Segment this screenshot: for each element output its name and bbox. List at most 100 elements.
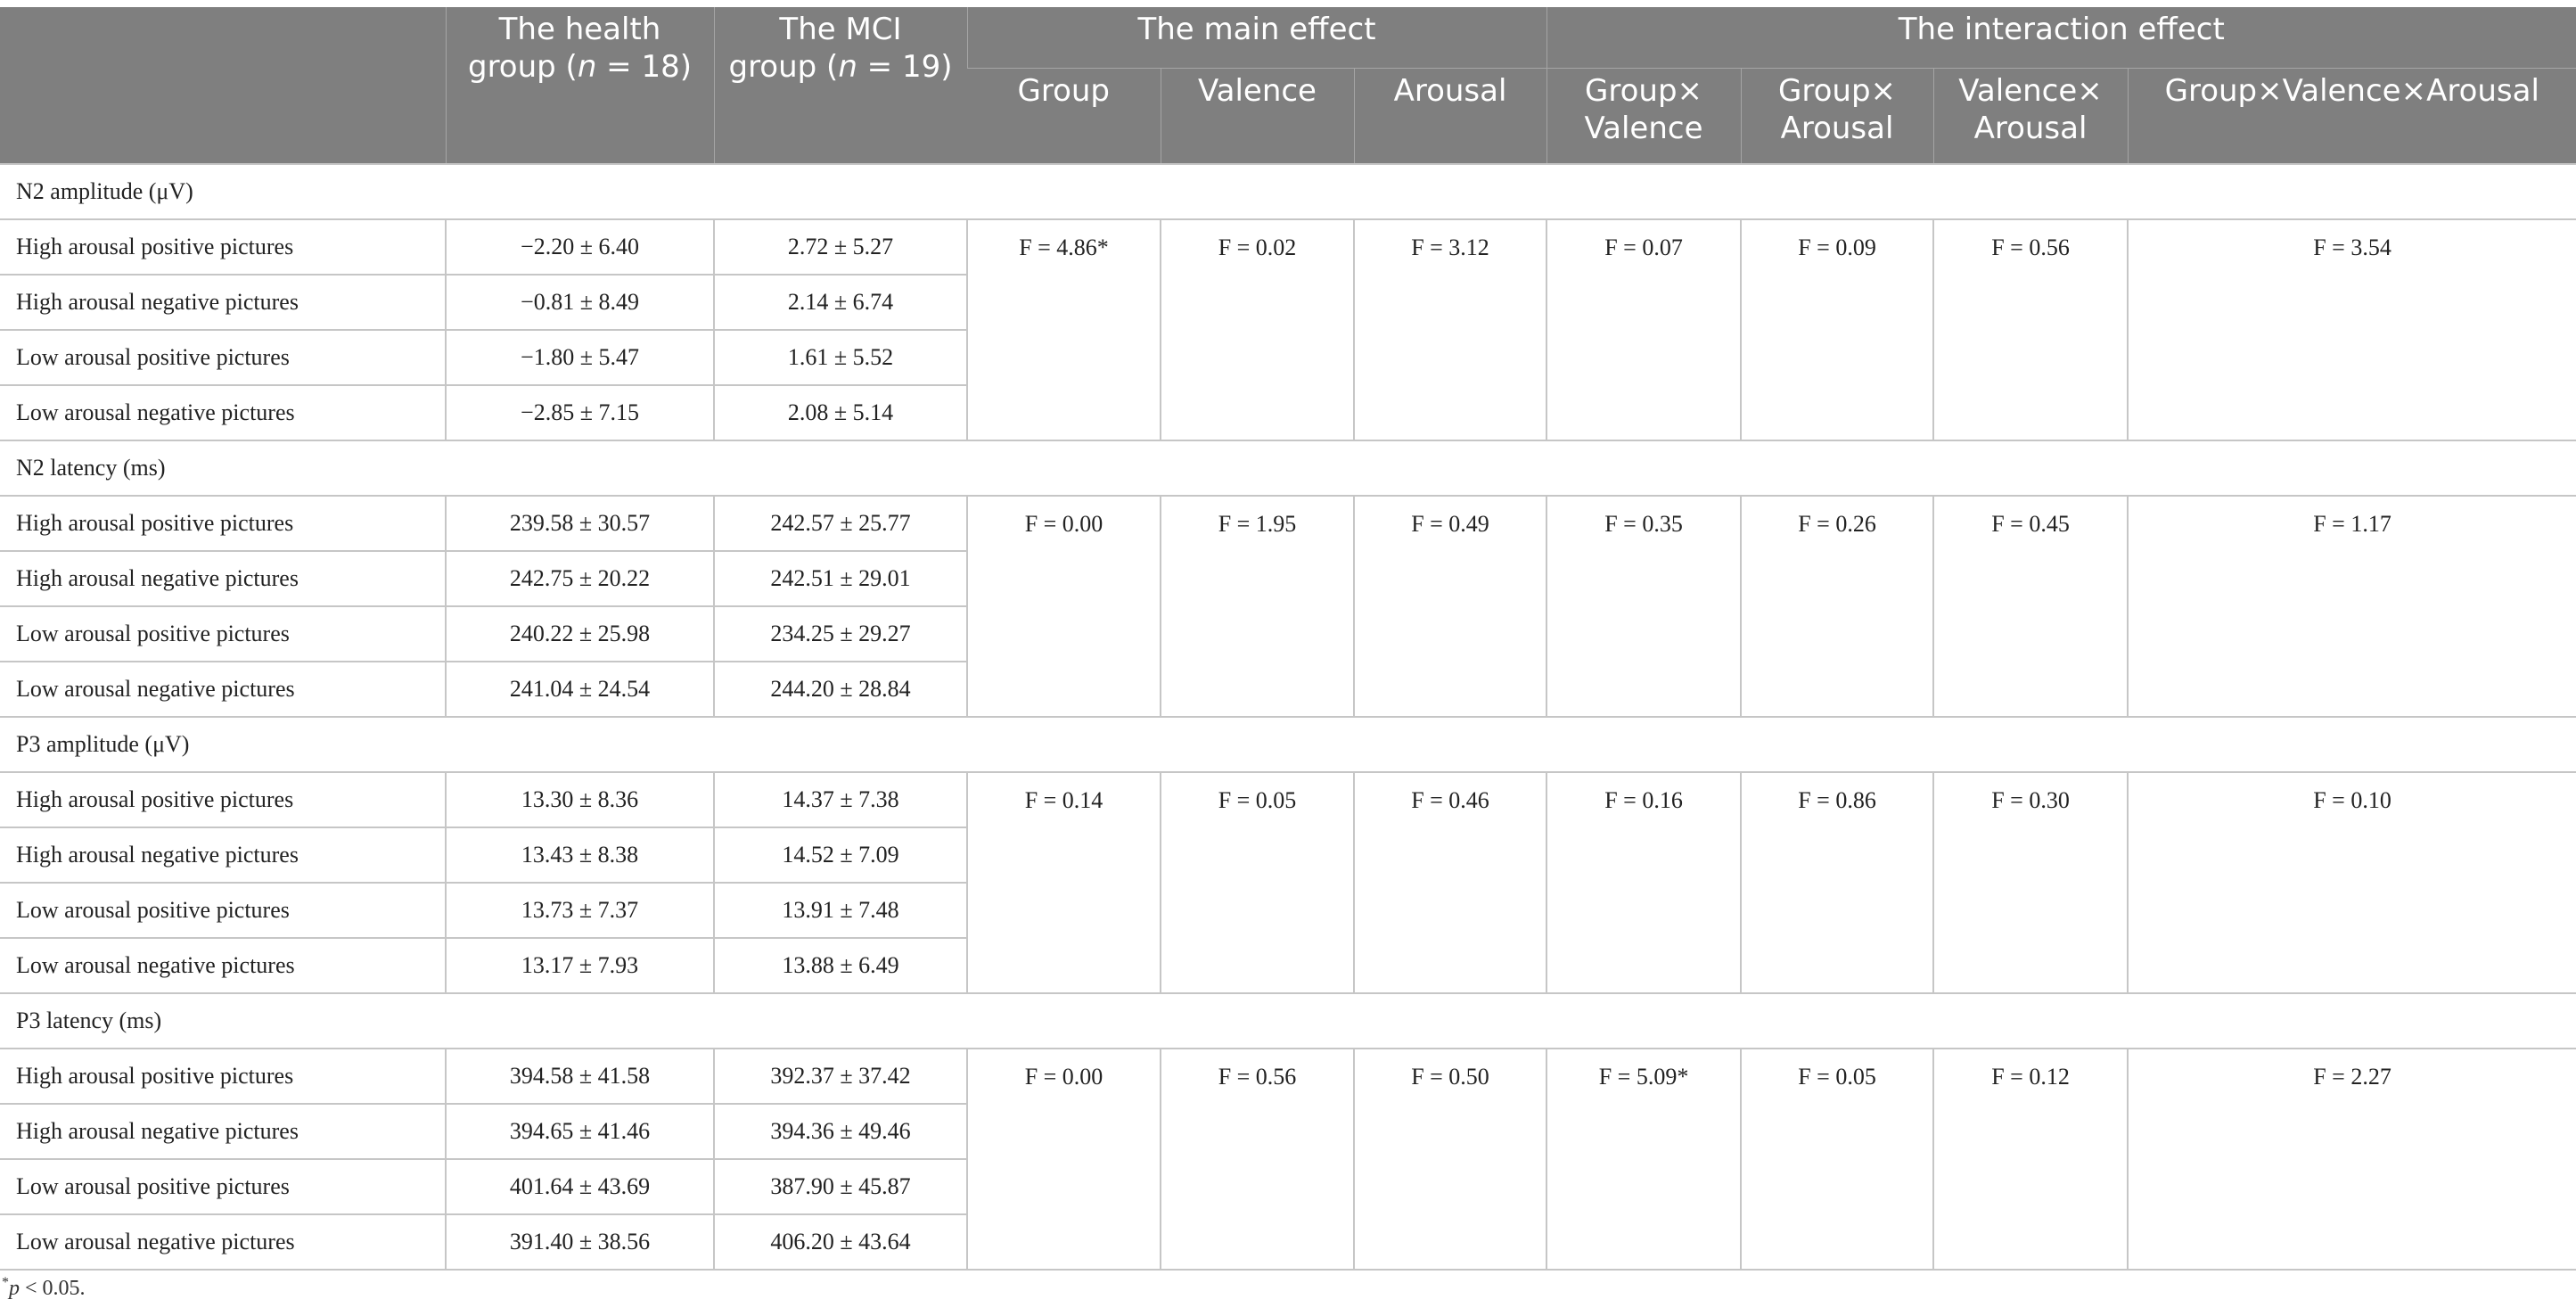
stat-group: F = 0.00 xyxy=(966,1048,1161,1271)
stat-valence: F = 0.05 xyxy=(1160,771,1355,994)
stat-valence: F = 0.56 xyxy=(1160,1048,1355,1271)
row-label: High arousal positive pictures xyxy=(0,1048,447,1105)
health-value: 394.65 ± 41.46 xyxy=(445,1103,715,1160)
results-table: The health group (n = 18) The MCI group (n… xyxy=(0,7,2576,1271)
row-label: High arousal positive pictures xyxy=(0,495,447,552)
section-title: N2 amplitude (μV) xyxy=(0,163,2576,220)
stat-group-arousal: F = 0.86 xyxy=(1740,771,1935,994)
health-value: 240.22 ± 25.98 xyxy=(445,605,715,662)
table-row: High arousal positive pictures 394.58 ± 4… xyxy=(0,1048,2576,1271)
section-title: N2 latency (ms) xyxy=(0,440,2576,497)
mci-value: 2.08 ± 5.14 xyxy=(713,384,968,441)
mci-value: 14.52 ± 7.09 xyxy=(713,827,968,884)
section-row: N2 latency (ms) xyxy=(0,440,2576,497)
header-group-arousal: Group× Arousal xyxy=(1740,68,1934,164)
section-row: N2 amplitude (μV) xyxy=(0,163,2576,220)
stat-arousal: F = 0.50 xyxy=(1352,1048,1548,1271)
row-label: Low arousal negative pictures xyxy=(0,661,447,718)
mci-value: 14.37 ± 7.38 xyxy=(713,771,968,828)
row-label: Low arousal positive pictures xyxy=(0,605,447,662)
row-label: Low arousal positive pictures xyxy=(0,1158,447,1215)
stat-valence-arousal: F = 0.56 xyxy=(1932,218,2129,441)
header-health-group: The health group (n = 18) xyxy=(445,7,714,164)
header-blank-cell xyxy=(0,7,446,164)
health-value: −1.80 ± 5.47 xyxy=(445,329,715,386)
stat-group-valence-arousal: F = 1.17 xyxy=(2127,495,2576,718)
footnote: *p < 0.05. xyxy=(2,1275,86,1300)
health-value: 394.58 ± 41.58 xyxy=(445,1048,715,1105)
stat-group-arousal: F = 0.05 xyxy=(1740,1048,1935,1271)
stat-group-valence-arousal: F = 2.27 xyxy=(2127,1048,2576,1271)
stat-valence: F = 1.95 xyxy=(1160,495,1355,718)
mci-value: 242.51 ± 29.01 xyxy=(713,550,968,607)
row-label: Low arousal positive pictures xyxy=(0,329,447,386)
mci-value: 242.57 ± 25.77 xyxy=(713,495,968,552)
section-title: P3 amplitude (μV) xyxy=(0,716,2576,773)
health-value: −2.20 ± 6.40 xyxy=(445,218,715,276)
mci-value: 2.72 ± 5.27 xyxy=(713,218,968,276)
row-label: High arousal positive pictures xyxy=(0,218,447,276)
table-row: High arousal positive pictures −2.20 ± 6.… xyxy=(0,218,2576,441)
stat-valence-arousal: F = 0.12 xyxy=(1932,1048,2129,1271)
row-label: High arousal negative pictures xyxy=(0,550,447,607)
table-row: High arousal positive pictures 13.30 ± 8.… xyxy=(0,771,2576,994)
table-header: The health group (n = 18) The MCI group (n… xyxy=(0,7,2576,164)
mci-value: 13.88 ± 6.49 xyxy=(713,937,968,994)
stat-valence-arousal: F = 0.45 xyxy=(1932,495,2129,718)
stat-arousal: F = 0.49 xyxy=(1352,495,1548,718)
mci-value: 234.25 ± 29.27 xyxy=(713,605,968,662)
header-group-valence: Group× Valence xyxy=(1546,68,1742,164)
mci-value: 394.36 ± 49.46 xyxy=(713,1103,968,1160)
row-label: Low arousal negative pictures xyxy=(0,937,447,994)
stat-group: F = 0.14 xyxy=(966,771,1161,994)
table-row: High arousal positive pictures 239.58 ± 3… xyxy=(0,495,2576,718)
row-label: Low arousal negative pictures xyxy=(0,1213,447,1271)
stat-group-arousal: F = 0.09 xyxy=(1740,218,1935,441)
section-row: P3 amplitude (μV) xyxy=(0,716,2576,773)
stat-group-valence: F = 0.16 xyxy=(1546,771,1743,994)
header-main-effect: The main effect xyxy=(966,7,1547,69)
stat-group: F = 0.00 xyxy=(966,495,1161,718)
header-group-valence-arousal: Group×Valence×Arousal xyxy=(2127,68,2576,164)
mci-value: 1.61 ± 5.52 xyxy=(713,329,968,386)
mci-value: 2.14 ± 6.74 xyxy=(713,274,968,331)
health-value: 239.58 ± 30.57 xyxy=(445,495,715,552)
health-value: −0.81 ± 8.49 xyxy=(445,274,715,331)
health-value: 401.64 ± 43.69 xyxy=(445,1158,715,1215)
health-value: 241.04 ± 24.54 xyxy=(445,661,715,718)
health-value: 13.30 ± 8.36 xyxy=(445,771,715,828)
header-mci-group: The MCI group (n = 19) xyxy=(713,7,967,164)
stat-valence: F = 0.02 xyxy=(1160,218,1355,441)
health-value: 13.73 ± 7.37 xyxy=(445,882,715,939)
stat-valence-arousal: F = 0.30 xyxy=(1932,771,2129,994)
header-valence-arousal: Valence× Arousal xyxy=(1932,68,2129,164)
row-label: High arousal positive pictures xyxy=(0,771,447,828)
stat-group-valence-arousal: F = 0.10 xyxy=(2127,771,2576,994)
mci-value: 392.37 ± 37.42 xyxy=(713,1048,968,1105)
stat-group-valence: F = 5.09* xyxy=(1546,1048,1743,1271)
row-label: High arousal negative pictures xyxy=(0,827,447,884)
stat-group-valence: F = 0.35 xyxy=(1546,495,1743,718)
stat-group-arousal: F = 0.26 xyxy=(1740,495,1935,718)
stat-arousal: F = 0.46 xyxy=(1352,771,1548,994)
health-value: 13.17 ± 7.93 xyxy=(445,937,715,994)
mci-value: 244.20 ± 28.84 xyxy=(713,661,968,718)
row-label: High arousal negative pictures xyxy=(0,274,447,331)
health-value: −2.85 ± 7.15 xyxy=(445,384,715,441)
health-value: 13.43 ± 8.38 xyxy=(445,827,715,884)
row-label: Low arousal positive pictures xyxy=(0,882,447,939)
mci-value: 13.91 ± 7.48 xyxy=(713,882,968,939)
table-body: N2 amplitude (μV) High arousal positive p… xyxy=(0,163,2576,1271)
stat-group: F = 4.86* xyxy=(966,218,1161,441)
stat-arousal: F = 3.12 xyxy=(1352,218,1548,441)
stat-group-valence-arousal: F = 3.54 xyxy=(2127,218,2576,441)
header-group: Group xyxy=(967,68,1161,164)
health-value: 242.75 ± 20.22 xyxy=(445,550,715,607)
row-label: Low arousal negative pictures xyxy=(0,384,447,441)
health-value: 391.40 ± 38.56 xyxy=(445,1213,715,1271)
mci-value: 387.90 ± 45.87 xyxy=(713,1158,968,1215)
stat-group-valence: F = 0.07 xyxy=(1546,218,1743,441)
header-arousal: Arousal xyxy=(1353,68,1547,164)
section-title: P3 latency (ms) xyxy=(0,992,2576,1049)
mci-value: 406.20 ± 43.64 xyxy=(713,1213,968,1271)
